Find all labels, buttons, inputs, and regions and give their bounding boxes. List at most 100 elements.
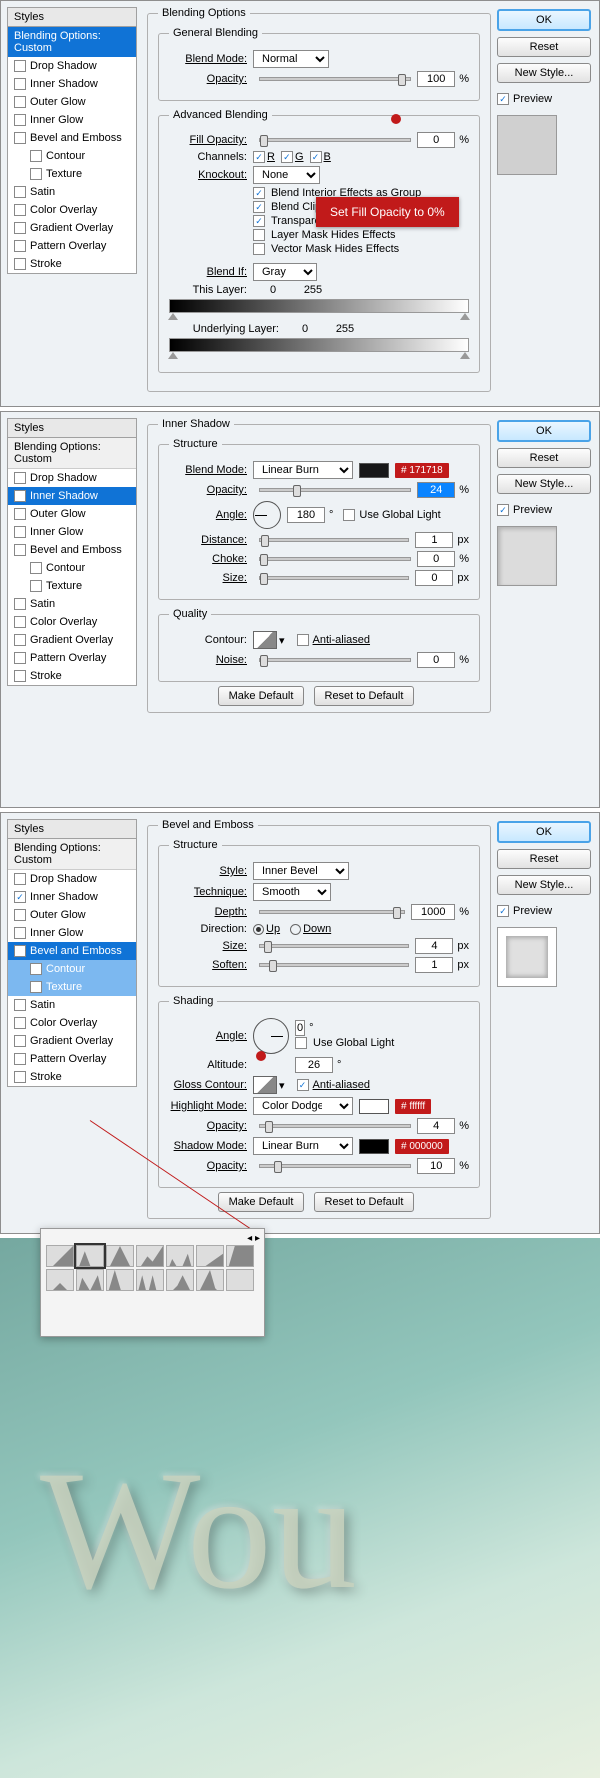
technique-select[interactable]: Smooth (253, 883, 331, 901)
channel-g-checkbox[interactable] (281, 151, 293, 163)
contour-preset[interactable] (76, 1245, 104, 1267)
style-satin[interactable]: Satin (8, 996, 136, 1014)
preview-checkbox[interactable] (497, 504, 509, 516)
size-input[interactable]: 0 (415, 570, 453, 586)
contour-preset[interactable] (106, 1269, 134, 1291)
fill-opacity-slider[interactable] (259, 138, 411, 142)
blend-mode-select[interactable]: Linear Burn (253, 461, 353, 479)
size-input[interactable]: 4 (415, 938, 453, 954)
this-layer-slider[interactable] (169, 299, 469, 313)
ok-button[interactable]: OK (497, 420, 591, 442)
style-drop-shadow[interactable]: Drop Shadow (8, 469, 136, 487)
highlight-opacity-slider[interactable] (259, 1124, 411, 1128)
angle-input[interactable]: 0 (295, 1020, 305, 1036)
contour-preset[interactable] (226, 1269, 254, 1291)
style-satin[interactable]: Satin (8, 183, 136, 201)
highlight-color-swatch[interactable] (359, 1099, 389, 1114)
choke-slider[interactable] (259, 557, 411, 561)
fill-opacity-input[interactable]: 0 (417, 132, 455, 148)
preview-checkbox[interactable] (497, 93, 509, 105)
style-drop-shadow[interactable]: Drop Shadow (8, 57, 136, 75)
reset-button[interactable]: Reset (497, 37, 591, 57)
global-light-checkbox[interactable] (343, 509, 355, 521)
new-style-button[interactable]: New Style... (497, 474, 591, 494)
angle-dial[interactable] (253, 501, 281, 529)
noise-slider[interactable] (259, 658, 411, 662)
style-stroke[interactable]: Stroke (8, 1068, 136, 1086)
layer-mask-hides-checkbox[interactable] (253, 229, 265, 241)
contour-picker[interactable] (253, 631, 277, 649)
highlight-opacity-input[interactable]: 4 (417, 1118, 455, 1134)
style-blending-options[interactable]: Blending Options: Custom (8, 27, 136, 57)
depth-input[interactable]: 1000 (411, 904, 455, 920)
soften-input[interactable]: 1 (415, 957, 453, 973)
contour-preset[interactable] (136, 1269, 164, 1291)
style-texture[interactable]: Texture (8, 577, 136, 595)
opacity-input[interactable]: 100 (417, 71, 455, 87)
style-texture[interactable]: Texture (8, 978, 136, 996)
blend-clipped-checkbox[interactable] (253, 201, 265, 213)
reset-default-button[interactable]: Reset to Default (314, 1192, 415, 1212)
make-default-button[interactable]: Make Default (218, 686, 305, 706)
style-color-overlay[interactable]: Color Overlay (8, 613, 136, 631)
preview-checkbox[interactable] (497, 905, 509, 917)
make-default-button[interactable]: Make Default (218, 1192, 305, 1212)
new-style-button[interactable]: New Style... (497, 63, 591, 83)
style-pattern-overlay[interactable]: Pattern Overlay (8, 237, 136, 255)
highlight-mode-select[interactable]: Color Dodge (253, 1097, 353, 1115)
blend-mode-select[interactable]: Normal (253, 50, 329, 68)
style-stroke[interactable]: Stroke (8, 255, 136, 273)
knockout-select[interactable]: None (253, 166, 320, 184)
contour-preset[interactable] (196, 1269, 224, 1291)
contour-preset[interactable] (46, 1245, 74, 1267)
angle-input[interactable]: 180 (287, 507, 325, 523)
style-stroke[interactable]: Stroke (8, 667, 136, 685)
angle-dial[interactable] (253, 1018, 289, 1054)
shadow-mode-select[interactable]: Linear Burn (253, 1137, 353, 1155)
style-outer-glow[interactable]: Outer Glow (8, 505, 136, 523)
distance-input[interactable]: 1 (415, 532, 453, 548)
style-inner-shadow[interactable]: Inner Shadow (8, 75, 136, 93)
opacity-slider[interactable] (259, 488, 411, 492)
contour-preset[interactable] (196, 1245, 224, 1267)
style-bevel-emboss[interactable]: Bevel and Emboss (8, 129, 136, 147)
contour-preset[interactable] (136, 1245, 164, 1267)
style-blending-options[interactable]: Blending Options: Custom (8, 839, 136, 870)
reset-button[interactable]: Reset (497, 849, 591, 869)
anti-aliased-checkbox[interactable] (297, 1079, 309, 1091)
bevel-style-select[interactable]: Inner Bevel (253, 862, 349, 880)
style-gradient-overlay[interactable]: Gradient Overlay (8, 1032, 136, 1050)
new-style-button[interactable]: New Style... (497, 875, 591, 895)
channel-r-checkbox[interactable] (253, 151, 265, 163)
style-outer-glow[interactable]: Outer Glow (8, 906, 136, 924)
size-slider[interactable] (259, 576, 409, 580)
style-bevel-emboss[interactable]: Bevel and Emboss (8, 541, 136, 559)
shadow-color-swatch[interactable] (359, 463, 389, 478)
style-gradient-overlay[interactable]: Gradient Overlay (8, 219, 136, 237)
reset-button[interactable]: Reset (497, 448, 591, 468)
style-inner-glow[interactable]: Inner Glow (8, 111, 136, 129)
style-satin[interactable]: Satin (8, 595, 136, 613)
soften-slider[interactable] (259, 963, 409, 967)
underlying-layer-slider[interactable] (169, 338, 469, 352)
gloss-contour-picker[interactable] (253, 1076, 277, 1094)
contour-preset[interactable] (106, 1245, 134, 1267)
distance-slider[interactable] (259, 538, 409, 542)
direction-up-radio[interactable] (253, 924, 264, 935)
noise-input[interactable]: 0 (417, 652, 455, 668)
style-blending-options[interactable]: Blending Options: Custom (8, 438, 136, 469)
style-inner-shadow[interactable]: Inner Shadow (8, 487, 136, 505)
depth-slider[interactable] (259, 910, 405, 914)
global-light-checkbox[interactable] (295, 1037, 307, 1049)
blend-if-select[interactable]: Gray (253, 263, 317, 281)
style-pattern-overlay[interactable]: Pattern Overlay (8, 1050, 136, 1068)
direction-down-radio[interactable] (290, 924, 301, 935)
reset-default-button[interactable]: Reset to Default (314, 686, 415, 706)
ok-button[interactable]: OK (497, 9, 591, 31)
vector-mask-hides-checkbox[interactable] (253, 243, 265, 255)
style-gradient-overlay[interactable]: Gradient Overlay (8, 631, 136, 649)
contour-preset[interactable] (76, 1269, 104, 1291)
channel-b-checkbox[interactable] (310, 151, 322, 163)
shadow-opacity-input[interactable]: 10 (417, 1158, 455, 1174)
style-contour[interactable]: Contour (8, 147, 136, 165)
